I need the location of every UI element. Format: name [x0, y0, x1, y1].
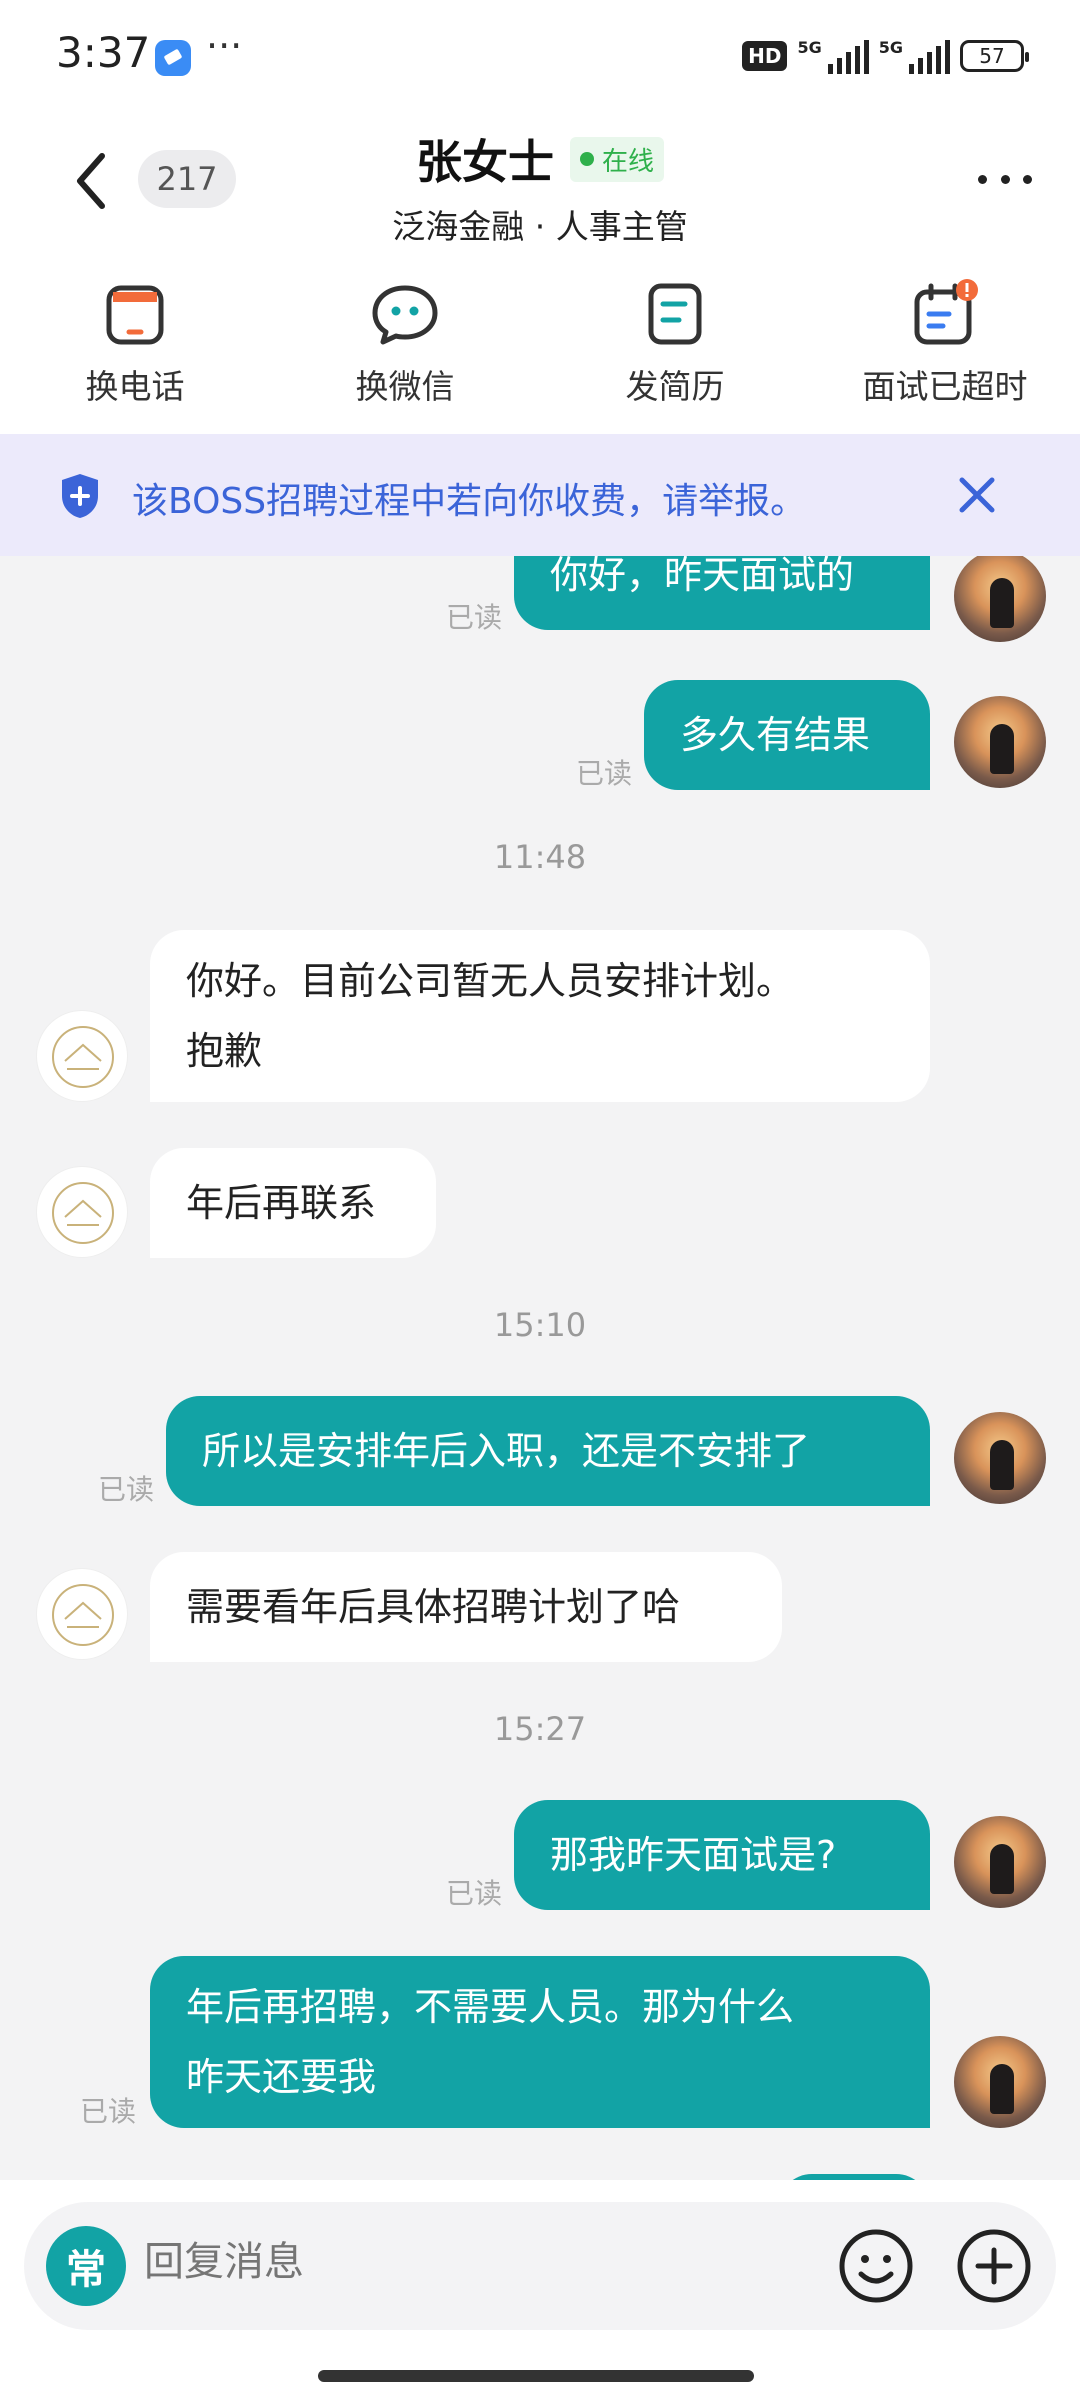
fee-warning-text[interactable]: 该BOSS招聘过程中若向你收费，请举报。	[132, 472, 806, 524]
send-resume-label: 发简历	[625, 367, 725, 406]
message-timestamp: 15:27	[493, 1710, 587, 1748]
reply-input[interactable]	[142, 2238, 706, 2286]
more-options-button[interactable]	[978, 164, 1032, 194]
message-text: 所以是安排年后入职，还是不安排了	[202, 1429, 811, 1473]
chat-header: 217 张女士 在线 泛海金融 · 人事主管	[0, 118, 1080, 268]
status-bar: 3:37 ··· HD 5G 5G 57	[0, 0, 1080, 118]
company-logo-icon	[52, 1182, 114, 1244]
message-text-line: 年后再招聘，不需要人员。那为什么	[186, 1985, 795, 2029]
emoji-icon[interactable]	[836, 2226, 916, 2306]
message-timestamp: 11:48	[493, 838, 587, 876]
interview-status-button[interactable]: 面试已超时	[810, 268, 1080, 434]
battery-icon: 57	[960, 40, 1029, 72]
shield-icon	[62, 474, 98, 518]
phone-card-icon	[106, 285, 164, 345]
resume-icon	[648, 283, 702, 345]
read-receipt: 已读	[446, 1877, 503, 1910]
signal-2-icon: 5G	[879, 38, 950, 74]
message-bubble-received[interactable]: 年后再联系	[150, 1148, 436, 1258]
message-text: 那我昨天面试是?	[550, 1833, 837, 1877]
read-receipt: 已读	[80, 2095, 137, 2128]
exchange-wechat-button[interactable]: 换微信	[270, 268, 540, 434]
send-resume-button[interactable]: 发简历	[540, 268, 810, 434]
message-timestamp: 15:10	[493, 1306, 587, 1344]
input-container: 常	[24, 2202, 1056, 2330]
close-icon[interactable]	[952, 470, 1002, 520]
signal-1-label: 5G	[797, 38, 822, 57]
online-status-label: 在线	[601, 146, 654, 177]
message-text-line: 抱歉	[186, 1029, 263, 1073]
message-bubble-received[interactable]: 需要看年后具体招聘计划了哈	[150, 1552, 782, 1662]
online-dot-icon	[579, 152, 594, 166]
message-text-line: 昨天还要我	[186, 2055, 377, 2099]
read-receipt: 已读	[576, 757, 633, 790]
contact-avatar[interactable]	[36, 1568, 128, 1660]
home-indicator[interactable]	[318, 2370, 754, 2382]
message-bubble-sent[interactable]: 多久有结果	[644, 680, 930, 790]
exchange-phone-button[interactable]: 换电话	[0, 268, 270, 434]
interview-status-label: 面试已超时	[862, 367, 1028, 406]
message-text: 年后再联系	[186, 1181, 377, 1225]
my-avatar[interactable]	[954, 1816, 1046, 1908]
hd-badge: HD	[742, 41, 788, 71]
contact-name[interactable]: 张女士	[416, 126, 554, 192]
signal-2-label: 5G	[878, 38, 903, 57]
status-time: 3:37	[56, 28, 151, 77]
exchange-phone-label: 换电话	[85, 367, 185, 406]
online-status-badge: 在线	[569, 136, 664, 182]
battery-level: 57	[979, 44, 1005, 68]
plus-icon[interactable]	[954, 2226, 1034, 2306]
wechat-icon	[372, 285, 438, 345]
message-bubble-sent[interactable]: 年后再招聘，不需要人员。那为什么 昨天还要我	[150, 1956, 930, 2128]
read-receipt: 已读	[98, 1473, 155, 1506]
message-text: 多久有结果	[680, 713, 871, 757]
company-logo-icon	[52, 1584, 114, 1646]
message-text: 你好，昨天面试的	[550, 556, 855, 597]
contact-avatar[interactable]	[36, 1166, 128, 1258]
message-bubble-sent[interactable]: 那我昨天面试是?	[514, 1800, 930, 1910]
message-bubble-sent[interactable]: 你好，昨天面试的	[514, 556, 930, 630]
my-avatar[interactable]	[954, 1412, 1046, 1504]
message-text: 需要看年后具体招聘计划了哈	[186, 1585, 681, 1629]
status-indicators: HD 5G 5G 57	[742, 36, 1029, 76]
exchange-wechat-label: 换微信	[355, 367, 455, 406]
signal-1-icon: 5G	[797, 38, 869, 74]
quick-phrases-button[interactable]: 常	[46, 2226, 126, 2306]
message-list[interactable]: 你好，昨天面试的 已读 多久有结果 已读 11:48 你好。目前公司暂无人员安排…	[0, 556, 1080, 2180]
contact-info: 张女士 在线 泛海金融 · 人事主管	[0, 126, 1080, 248]
message-text-line: 你好。目前公司暂无人员安排计划。	[186, 959, 795, 1003]
contact-subtitle: 泛海金融 · 人事主管	[392, 207, 688, 246]
my-avatar[interactable]	[954, 556, 1046, 642]
my-avatar[interactable]	[954, 696, 1046, 788]
company-logo-icon	[52, 1026, 114, 1088]
interview-calendar-icon	[914, 279, 978, 345]
read-receipt: 已读	[446, 601, 503, 634]
app-notification-icon	[155, 40, 191, 76]
message-input-bar: 常	[0, 2180, 1080, 2401]
message-bubble-sent[interactable]: 所以是安排年后入职，还是不安排了	[166, 1396, 930, 1506]
quick-actions: 换电话 换微信 发简历 面试已超时	[0, 268, 1080, 434]
contact-avatar[interactable]	[36, 1010, 128, 1102]
more-notifications-icon: ···	[206, 24, 243, 68]
message-bubble-received[interactable]: 你好。目前公司暂无人员安排计划。 抱歉	[150, 930, 930, 1102]
fee-warning-banner: 该BOSS招聘过程中若向你收费，请举报。	[0, 434, 1080, 556]
my-avatar[interactable]	[954, 2036, 1046, 2128]
